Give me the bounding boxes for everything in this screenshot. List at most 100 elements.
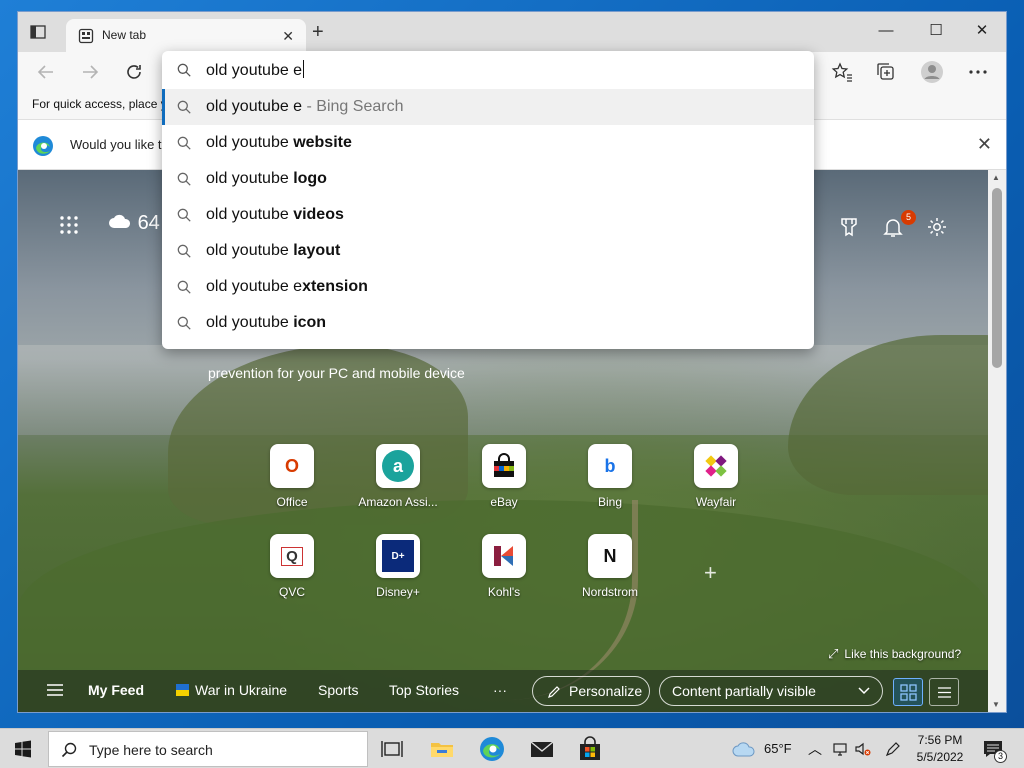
- page-settings-gear-icon[interactable]: [926, 216, 948, 238]
- refresh-icon[interactable]: [122, 60, 146, 84]
- tab-close-icon[interactable]: ✕: [282, 29, 294, 43]
- windows-start-icon[interactable]: [14, 740, 32, 758]
- suggestion-item[interactable]: old youtube layout: [162, 233, 814, 269]
- address-bar-input[interactable]: old youtube e: [162, 51, 814, 89]
- quick-link-label: Bing: [597, 495, 623, 509]
- taskbar-search-placeholder: Type here to search: [89, 742, 213, 758]
- promo-text[interactable]: prevention for your PC and mobile device: [208, 363, 468, 383]
- pencil-icon: [548, 686, 560, 698]
- suggestion-text: old youtube extension: [206, 278, 368, 296]
- mail-icon[interactable]: [528, 735, 556, 763]
- notifications-badge: 5: [901, 210, 916, 225]
- edge-browser-icon[interactable]: [478, 735, 506, 763]
- taskbar-weather-temp[interactable]: 65°F: [764, 741, 792, 756]
- suggestion-item[interactable]: old youtube e - Bing Search: [162, 89, 814, 125]
- title-bar: New tab ✕ + — ☐ ✕: [18, 12, 1006, 52]
- maximize-button[interactable]: ☐: [916, 18, 956, 44]
- weather-widget[interactable]: 64: [108, 212, 160, 235]
- tab-new-tab[interactable]: New tab ✕: [66, 19, 306, 52]
- taskbar-search-box[interactable]: Type here to search: [48, 731, 368, 767]
- task-view-icon[interactable]: [378, 735, 406, 763]
- quick-link-qvc[interactable]: Q QVC: [247, 534, 337, 599]
- personalize-button[interactable]: Personalize: [532, 676, 650, 706]
- back-icon[interactable]: [34, 60, 58, 84]
- kohls-icon: [482, 534, 526, 578]
- favorites-icon[interactable]: [830, 60, 854, 84]
- tab-actions-icon[interactable]: [30, 25, 46, 39]
- qvc-glyph: Q: [281, 546, 303, 566]
- like-background-link[interactable]: ⤢ Like this background?: [828, 646, 961, 662]
- quick-link-amazon-assistant[interactable]: a Amazon Assi...: [353, 444, 443, 509]
- suggestion-completion: xtension: [302, 278, 368, 295]
- list-view-button[interactable]: [929, 678, 959, 706]
- file-explorer-icon[interactable]: [428, 735, 456, 763]
- volume-muted-icon[interactable]: [854, 740, 872, 758]
- minimize-button[interactable]: —: [866, 18, 906, 44]
- pen-workspace-icon[interactable]: [884, 740, 902, 758]
- infobar-close-icon[interactable]: ✕: [977, 134, 992, 155]
- more-menu-icon[interactable]: [966, 60, 990, 84]
- search-icon: [177, 100, 191, 114]
- search-icon: [177, 244, 191, 258]
- add-quick-link-button[interactable]: +: [704, 560, 717, 586]
- ukraine-flag-icon: [176, 684, 189, 696]
- quick-link-label: QVC: [278, 585, 305, 599]
- hamburger-menu-icon[interactable]: [46, 683, 64, 697]
- quick-link-bing[interactable]: b Bing: [565, 444, 655, 509]
- page-scrollbar[interactable]: ▲ ▼: [988, 170, 1006, 712]
- feed-tab-sports[interactable]: Sports: [318, 682, 358, 698]
- feed-tab-label: War in Ukraine: [195, 682, 288, 698]
- search-icon: [177, 208, 191, 222]
- list-view-icon: [938, 687, 951, 698]
- search-icon: [61, 742, 77, 758]
- quick-link-label: Nordstrom: [581, 585, 638, 599]
- search-icon: [177, 63, 191, 77]
- feed-tab-war-in-ukraine[interactable]: War in Ukraine: [176, 682, 287, 698]
- microsoft-store-icon[interactable]: [576, 735, 604, 763]
- feed-tab-top-stories[interactable]: Top Stories: [389, 682, 459, 698]
- quick-link-office[interactable]: O Office: [247, 444, 337, 509]
- content-visibility-label: Content partially visible: [672, 683, 816, 699]
- scroll-up-icon[interactable]: ▲: [992, 173, 1000, 182]
- suggestion-item[interactable]: old youtube website: [162, 125, 814, 161]
- scrollbar-thumb[interactable]: [992, 188, 1002, 368]
- suggestion-prefix: old youtube: [206, 314, 294, 331]
- newtab-page-icon: [78, 28, 94, 44]
- nordstrom-glyph: N: [603, 545, 617, 566]
- quick-link-kohls[interactable]: Kohl's: [459, 534, 549, 599]
- office-glyph: O: [284, 455, 299, 476]
- network-icon[interactable]: [832, 741, 848, 757]
- forward-icon[interactable]: [78, 60, 102, 84]
- quick-link-ebay[interactable]: eBay: [459, 444, 549, 509]
- weather-cloud-icon[interactable]: [732, 740, 756, 758]
- search-icon: [177, 172, 191, 186]
- profile-avatar[interactable]: [920, 60, 944, 84]
- qvc-icon: Q: [270, 534, 314, 578]
- disney-glyph: D+: [382, 540, 414, 572]
- rewards-icon[interactable]: [838, 216, 860, 238]
- bing-icon: b: [588, 444, 632, 488]
- amazon-glyph: a: [382, 450, 414, 482]
- quick-link-disney-plus[interactable]: D+ Disney+: [353, 534, 443, 599]
- collections-icon[interactable]: [874, 60, 898, 84]
- wayfair-icon: [694, 444, 738, 488]
- suggestion-item[interactable]: old youtube extension: [162, 269, 814, 305]
- content-visibility-dropdown[interactable]: Content partially visible: [659, 676, 883, 706]
- taskbar-clock[interactable]: 7:56 PM 5/5/2022: [916, 732, 964, 766]
- quick-link-wayfair[interactable]: Wayfair: [671, 444, 761, 509]
- app-launcher-icon[interactable]: [58, 214, 80, 236]
- feed-more-icon[interactable]: ···: [493, 682, 507, 698]
- suggestion-item[interactable]: old youtube icon: [162, 305, 814, 341]
- show-hidden-icons-chevron-icon[interactable]: ︿: [808, 739, 822, 759]
- suggestion-item[interactable]: old youtube videos: [162, 197, 814, 233]
- suggestion-prefix: old youtube: [206, 134, 294, 151]
- grid-view-button[interactable]: [893, 678, 923, 706]
- suggestion-completion: videos: [293, 206, 344, 223]
- suggestion-item[interactable]: old youtube logo: [162, 161, 814, 197]
- close-window-button[interactable]: ✕: [962, 18, 1002, 44]
- feed-tab-my-feed[interactable]: My Feed: [88, 682, 144, 698]
- suggestion-prefix: old youtube: [206, 170, 294, 187]
- quick-link-nordstrom[interactable]: N Nordstrom: [565, 534, 655, 599]
- new-tab-button[interactable]: +: [312, 22, 324, 42]
- scroll-down-icon[interactable]: ▼: [992, 700, 1000, 709]
